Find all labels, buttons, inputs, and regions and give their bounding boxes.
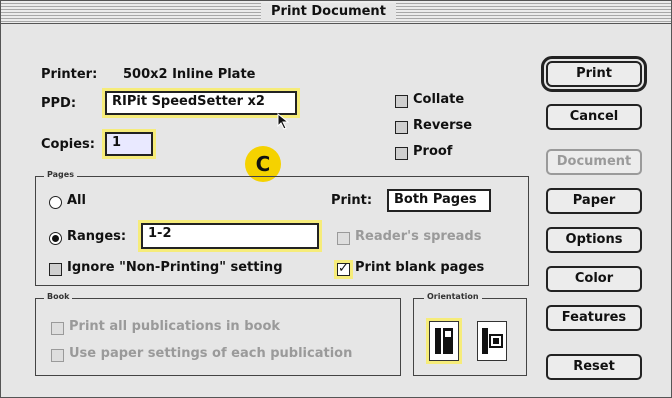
- copies-field[interactable]: 1: [105, 132, 153, 156]
- print-blank-pages-label: Print blank pages: [355, 260, 485, 275]
- ppd-field[interactable]: RIPit SpeedSetter x2: [105, 91, 297, 115]
- all-pages-radio[interactable]: [49, 196, 62, 209]
- reset-button[interactable]: Reset: [546, 354, 642, 380]
- ignore-non-printing-label: Ignore "Non-Printing" setting: [67, 260, 283, 275]
- orientation-group-title: Orientation: [424, 292, 482, 301]
- portrait-orientation-button[interactable]: [429, 321, 459, 361]
- printer-label: Printer:: [41, 67, 98, 82]
- collate-checkbox[interactable]: [395, 95, 408, 108]
- pages-group-title: Pages: [44, 170, 77, 179]
- ranges-input[interactable]: 1-2: [141, 223, 319, 249]
- document-button: Document: [546, 149, 642, 175]
- ranges-label: Ranges:: [67, 229, 127, 244]
- ppd-label: PPD:: [41, 96, 77, 111]
- reverse-label: Reverse: [413, 118, 473, 133]
- print-all-publications-label: Print all publications in book: [69, 319, 281, 334]
- print-pages-label: Print:: [331, 193, 373, 208]
- portrait-icon: [435, 328, 453, 354]
- book-group: Book: [35, 292, 401, 376]
- ignore-non-printing-checkbox[interactable]: [49, 263, 62, 276]
- use-paper-settings-label: Use paper settings of each publication: [69, 346, 353, 361]
- reverse-checkbox[interactable]: [395, 121, 408, 134]
- window-title: Print Document: [261, 3, 396, 20]
- collate-label: Collate: [413, 92, 465, 107]
- landscape-orientation-button[interactable]: [477, 321, 507, 361]
- features-button[interactable]: Features: [546, 305, 642, 331]
- print-blank-pages-checkbox[interactable]: [337, 261, 350, 276]
- ranges-radio[interactable]: [49, 232, 62, 245]
- copies-label: Copies:: [41, 137, 95, 152]
- printer-value: 500x2 Inline Plate: [123, 67, 256, 82]
- proof-checkbox[interactable]: [395, 147, 408, 160]
- paper-button[interactable]: Paper: [546, 188, 642, 214]
- title-bar[interactable]: Print Document: [1, 1, 671, 24]
- print-dialog: Print Document Printer: 500x2 Inline Pla…: [0, 0, 672, 398]
- cancel-button[interactable]: Cancel: [546, 104, 642, 130]
- landscape-icon: [482, 328, 503, 354]
- book-group-title: Book: [44, 292, 73, 301]
- color-button[interactable]: Color: [546, 266, 642, 292]
- options-button[interactable]: Options: [546, 227, 642, 253]
- use-paper-settings-checkbox: [51, 349, 64, 362]
- print-all-publications-checkbox: [51, 322, 64, 335]
- all-pages-label: All: [67, 193, 86, 208]
- print-pages-select[interactable]: Both Pages: [387, 189, 491, 212]
- mouse-cursor-icon: [277, 113, 290, 130]
- print-button[interactable]: Print: [541, 56, 647, 92]
- readers-spreads-checkbox: [337, 232, 350, 245]
- readers-spreads-label: Reader's spreads: [355, 229, 482, 244]
- proof-label: Proof: [413, 144, 453, 159]
